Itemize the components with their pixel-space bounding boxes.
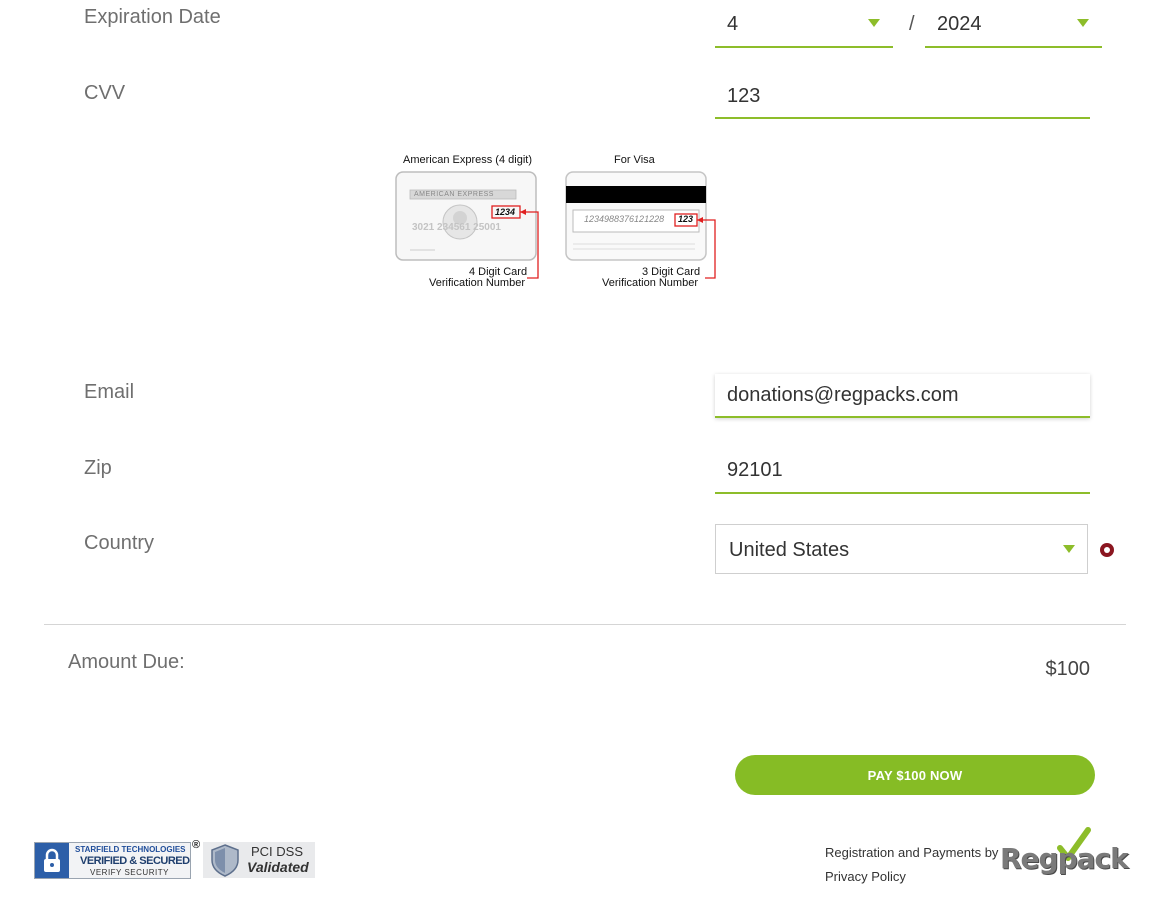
country-select[interactable]: United States [715,524,1088,574]
cvv-illustration: American Express (4 digit) For Visa AMER… [390,150,720,295]
chevron-down-icon [1063,545,1075,553]
visa-code: 123 [678,214,694,224]
regpack-logo-text: Regpack [1000,842,1129,875]
expiration-year-select[interactable]: 2024 [925,0,1102,48]
country-value: United States [729,539,850,561]
pci-dss-badge: PCI DSS Validated [203,842,315,878]
pay-now-button[interactable]: PAY $100 NOW [735,755,1095,795]
payment-form: Expiration Date 4 / 2024 CVV 123 America… [0,0,1176,900]
shield-icon [211,844,239,877]
visa-card-number: 1234988376121228 [584,214,665,224]
expiration-date-label: Expiration Date [84,6,221,28]
amex-caption-line2: Verification Number [429,277,525,289]
email-label: Email [84,381,135,403]
cvv-label: CVV [84,82,126,104]
amex-card-number: 3021 234561 25001 [412,222,501,233]
zip-value: 92101 [727,459,783,481]
regpack-logo[interactable]: Regpack [1000,826,1132,882]
zip-label: Zip [84,457,112,479]
pci-line2: Validated [247,859,309,875]
starfield-line2: VERIFIED & SECURED [80,855,190,867]
email-value: donations@regpacks.com [727,384,959,406]
chevron-down-icon [868,19,880,27]
divider [44,624,1126,625]
date-separator: / [909,13,915,35]
amount-due-value: $100 [1045,658,1091,680]
starfield-line1: STARFIELD TECHNOLOGIES [75,845,186,854]
amex-card-header: AMERICAN EXPRESS [414,191,494,198]
cvv-input[interactable]: 123 [715,72,1090,119]
required-indicator-icon [1100,543,1114,557]
starfield-verified-badge[interactable]: STARFIELD TECHNOLOGIES VERIFIED & SECURE… [34,842,191,879]
expiration-month-value: 4 [727,13,739,35]
zip-input[interactable]: 92101 [715,446,1090,494]
powered-by-text: Registration and Payments by [825,845,999,860]
email-input[interactable]: donations@regpacks.com [715,374,1090,418]
chevron-down-icon [1077,19,1089,27]
cvv-value: 123 [727,85,761,107]
visa-caption-line2: Verification Number [602,277,698,289]
pci-line1: PCI DSS [251,844,304,859]
amex-code: 1234 [495,207,516,217]
lock-icon [35,843,69,878]
country-label: Country [84,532,155,554]
registered-mark: ® [192,839,201,851]
expiration-year-value: 2024 [937,13,982,35]
privacy-policy-link[interactable]: Privacy Policy [825,869,906,884]
expiration-month-select[interactable]: 4 [715,0,893,48]
starfield-line3: VERIFY SECURITY [90,868,169,877]
amount-due-label: Amount Due: [68,651,185,673]
